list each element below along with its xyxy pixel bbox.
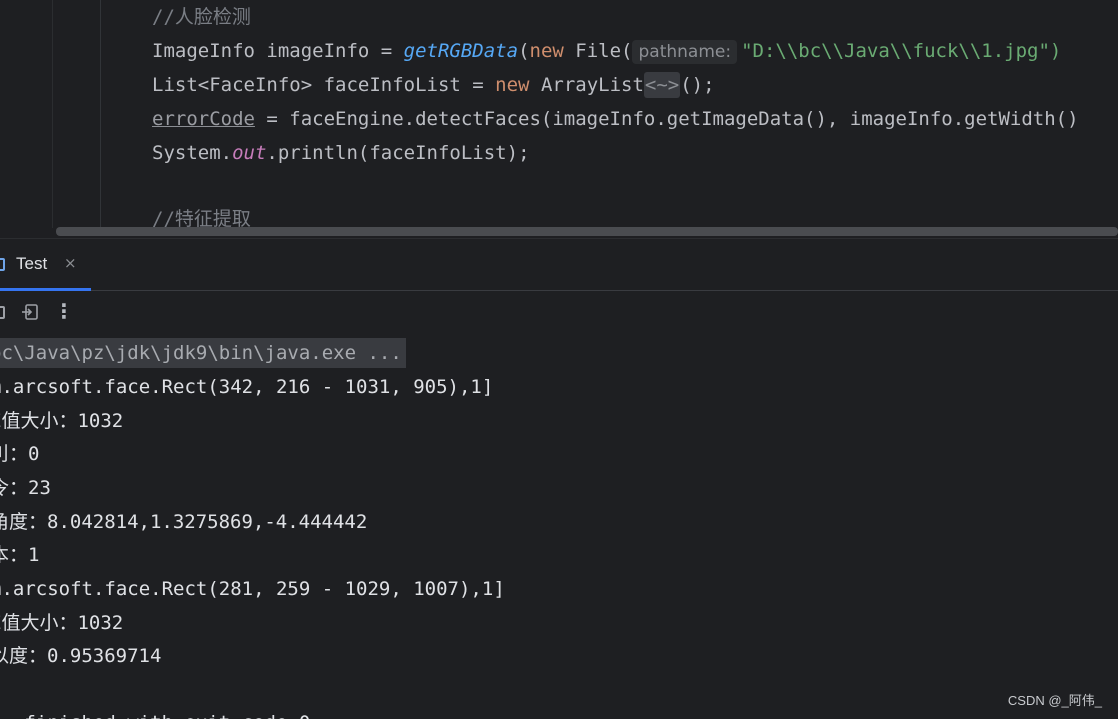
code-token-var: imageInfo =	[266, 40, 404, 62]
exit-icon[interactable]	[21, 303, 39, 321]
code-token-new: new	[529, 40, 576, 62]
console-output[interactable]: bc\Java\pz\jdk\jdk9\bin\java.exe ... m.a…	[0, 333, 1118, 719]
close-icon[interactable]: ×	[64, 254, 77, 272]
stop-icon[interactable]	[0, 306, 5, 319]
code-line-detect: errorCode = faceEngine.detectFaces(image…	[152, 106, 1079, 132]
console-line: 令：23	[0, 477, 51, 499]
code-token-system: System.	[152, 142, 233, 164]
console-line: bc\Java\pz\jdk\jdk9\bin\java.exe ...	[0, 338, 406, 368]
console-line: 本：1	[0, 544, 40, 566]
run-tool-window-header: Test ×	[0, 238, 1118, 291]
code-token-class: File(	[575, 40, 633, 62]
tab-test[interactable]: Test ×	[0, 239, 91, 291]
console-line: finished with exit code 0	[0, 708, 310, 719]
code-token-rest: = faceEngine.detectFaces(imageInfo.getIm…	[254, 108, 1079, 130]
diamond-fold-marker[interactable]: <~>	[643, 72, 681, 98]
console-line: 刂：0	[0, 443, 40, 465]
console-line: E值大小：1032	[0, 410, 124, 432]
indent-guide	[100, 0, 101, 228]
code-comment-face-detect: //人脸检测	[152, 6, 251, 28]
code-token-method: getRGBData	[403, 40, 519, 62]
gutter-divider	[52, 0, 53, 228]
editor-horizontal-scrollbar[interactable]	[56, 227, 1118, 236]
code-token-field-errorcode: errorCode	[152, 108, 255, 130]
code-comment-feature: //特征提取	[152, 208, 251, 228]
code-line-println: System.out.println(faceInfoList);	[152, 140, 530, 166]
code-token-tail: ();	[680, 74, 715, 96]
more-icon[interactable]: ⋮	[54, 300, 74, 322]
code-token-println: .println(faceInfoList);	[266, 142, 530, 164]
console-line: m.arcsoft.face.Rect(342, 216 - 1031, 905…	[0, 376, 494, 398]
code-token-new: new	[495, 74, 541, 96]
run-toolbar: ⋮	[0, 291, 1118, 333]
code-line-imageinfo: ImageInfo imageInfo = getRGBData(new Fil…	[152, 38, 1061, 64]
tab-test-label: Test	[16, 254, 48, 273]
csdn-watermark: CSDN @_阿伟_	[1007, 693, 1102, 708]
code-line-facelist: List<FaceInfo> faceInfoList = new ArrayL…	[152, 72, 715, 98]
parameter-inlay-hint: pathname:	[632, 40, 738, 64]
ide-window: //人脸检测 ImageInfo imageInfo = getRGBData(…	[0, 0, 1118, 719]
code-editor[interactable]: //人脸检测 ImageInfo imageInfo = getRGBData(…	[0, 0, 1118, 228]
console-line: 以度：0.95369714	[0, 645, 162, 667]
console-line: E值大小：1032	[0, 612, 124, 634]
code-token-paren: (	[518, 40, 530, 62]
console-line: 角度：8.042814,1.3275869,-4.444442	[0, 511, 368, 533]
code-token-out: out	[232, 142, 267, 164]
run-config-icon	[0, 258, 5, 271]
console-line: m.arcsoft.face.Rect(281, 259 - 1029, 100…	[0, 578, 505, 600]
code-token-type: ImageInfo	[152, 40, 267, 62]
code-token-class: ArrayList	[540, 74, 644, 96]
code-token-string: "D:\\bc\\Java\\fuck\\1.jpg")	[741, 40, 1062, 62]
code-token-decl: List<FaceInfo> faceInfoList =	[152, 74, 496, 96]
